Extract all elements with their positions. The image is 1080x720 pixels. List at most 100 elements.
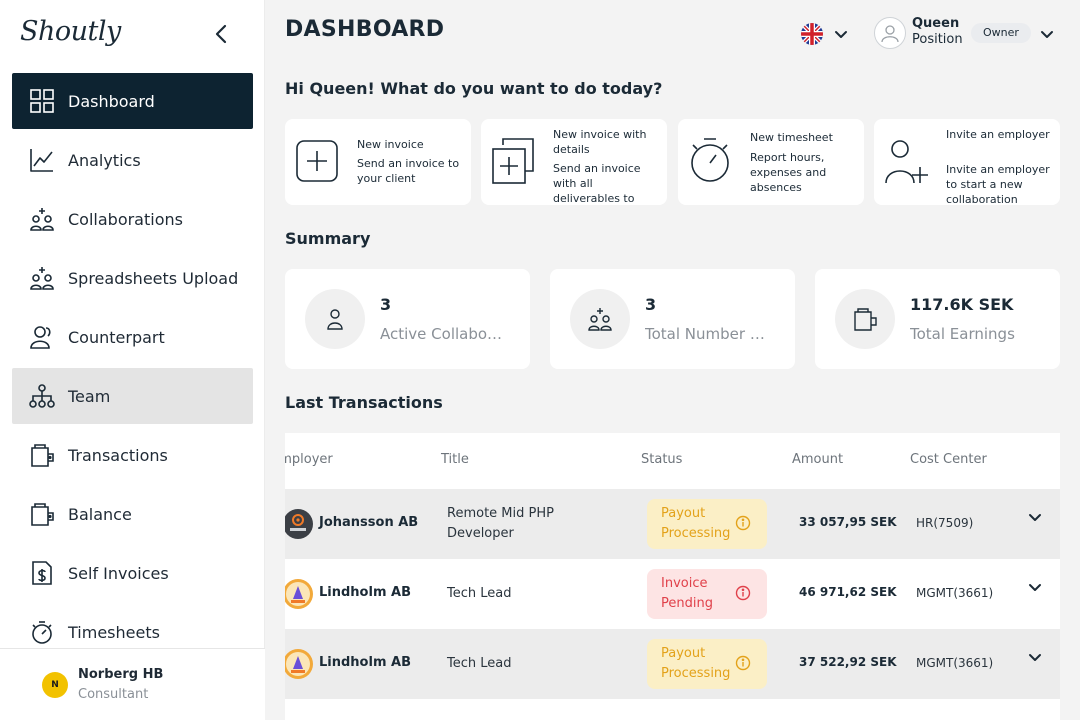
sidebar-item-label: Collaborations [68, 209, 183, 229]
column-header-title[interactable]: Title [441, 452, 469, 467]
action-description: Invite an employer to start a new collab… [946, 163, 1050, 205]
sidebar-nav: Dashboard Analytics Collaborations Sprea… [12, 73, 253, 663]
new-timesheet-action[interactable]: New timesheet Report hours, expenses and… [678, 119, 864, 205]
column-header-cost-center[interactable]: Cost Center [910, 452, 987, 467]
chevron-left-icon [215, 24, 227, 44]
table-row[interactable]: Lindholm AB Tech Lead Invoice Pending 46… [285, 559, 1060, 629]
summary-card-collaborations[interactable]: 3 Active Collaborations [285, 269, 530, 369]
transactions-wallet-icon [28, 441, 56, 469]
summary-card-earnings[interactable]: 117.6K SEK Total Earnings [815, 269, 1060, 369]
sidebar: Shoutly Dashboard Analytics Collaboratio… [0, 0, 265, 720]
expand-row-chevron-icon[interactable] [1027, 509, 1043, 525]
stacked-plus-icon [492, 138, 534, 184]
app-logo[interactable]: Shoutly [20, 16, 121, 47]
summary-label: Total Number of Employers [645, 325, 770, 343]
summary-card-employers[interactable]: 3 Total Number of Employers [550, 269, 795, 369]
sidebar-item-spreadsheets-upload[interactable]: Spreadsheets Upload [12, 250, 253, 306]
amount: 37 522,92 SEK [799, 655, 897, 669]
status-text: Payout Processing [661, 506, 731, 541]
main-content: DASHBOARD Queen Position Owner Hi Queen!… [265, 0, 1080, 720]
cost-center: MGMT(3661) [916, 656, 994, 670]
sidebar-item-label: Spreadsheets Upload [68, 268, 239, 288]
status-badge: Invoice Pending [647, 569, 767, 619]
sidebar-item-collaborations[interactable]: Collaborations [12, 191, 253, 247]
sidebar-item-transactions[interactable]: Transactions [12, 427, 253, 483]
status-badge: Payout Processing [647, 639, 767, 689]
uk-flag-icon[interactable] [801, 23, 823, 45]
collapse-sidebar-button[interactable] [210, 22, 234, 46]
add-user-icon [885, 140, 928, 184]
sidebar-item-label: Timesheets [68, 622, 160, 642]
table-row[interactable]: Johansson AB Remote Mid PHP Developer Pa… [285, 489, 1060, 559]
info-icon[interactable] [735, 655, 751, 671]
action-description: Send an invoice to your client [357, 157, 460, 185]
sidebar-item-label: Team [68, 386, 111, 406]
new-invoice-details-action[interactable]: New invoice with details Send an invoice… [481, 119, 667, 205]
analytics-chart-icon [28, 146, 56, 174]
greeting: Hi Queen! What do you want to do today? [285, 79, 663, 98]
page-title: DASHBOARD [285, 17, 445, 42]
summary-label: Active Collaborations [380, 325, 505, 343]
table-row[interactable]: Lindholm AB Tech Lead Payout Processing … [285, 629, 1060, 699]
job-title: Remote Mid PHP Developer [447, 506, 554, 541]
spreadsheet-upload-icon [28, 264, 56, 292]
employer-logo [285, 649, 313, 679]
quick-actions: New invoice Send an invoice to your clie… [285, 119, 1060, 205]
user-avatar[interactable] [874, 17, 906, 49]
employer-logo [285, 509, 313, 539]
column-header-status[interactable]: Status [641, 452, 682, 467]
stopwatch-icon [28, 618, 56, 646]
counterpart-icon [28, 323, 56, 351]
language-dropdown-chevron-icon[interactable] [833, 26, 849, 42]
sidebar-item-analytics[interactable]: Analytics [12, 132, 253, 188]
transactions-table: Employer Title Status Amount Cost Center… [285, 433, 1060, 720]
column-header-amount[interactable]: Amount [792, 452, 843, 467]
summary-value: 3 [380, 295, 392, 314]
account-name: Norberg HB [78, 667, 164, 682]
plus-square-icon [296, 140, 338, 182]
expand-row-chevron-icon[interactable] [1027, 649, 1043, 665]
logo-row: Shoutly [0, 0, 265, 70]
expand-row-chevron-icon[interactable] [1027, 579, 1043, 595]
sidebar-item-dashboard[interactable]: Dashboard [12, 73, 253, 129]
stopwatch-icon [691, 138, 729, 182]
employer-logo [285, 579, 313, 609]
account-switcher[interactable]: N Norberg HB Consultant [0, 648, 265, 720]
user-menu-chevron-icon[interactable] [1039, 26, 1055, 42]
sidebar-item-label: Dashboard [68, 91, 155, 111]
sidebar-item-label: Transactions [68, 445, 168, 465]
summary-value: 117.6K SEK [910, 295, 1014, 314]
sidebar-item-counterpart[interactable]: Counterpart [12, 309, 253, 365]
job-title: Tech Lead [447, 586, 512, 601]
cost-center: HR(7509) [916, 516, 974, 530]
status-badge: Payout Processing [647, 499, 767, 549]
info-icon[interactable] [735, 515, 751, 531]
wallet-icon [835, 289, 895, 349]
account-role: Consultant [78, 687, 149, 702]
user-icon [305, 289, 365, 349]
action-description: Send an invoice with all deliverables to [553, 162, 641, 205]
sidebar-item-team[interactable]: Team [12, 368, 253, 424]
amount: 33 057,95 SEK [799, 515, 897, 529]
action-title: New timesheet [750, 131, 833, 144]
user-icon [881, 25, 899, 43]
action-title: Invite an employer [946, 128, 1050, 141]
info-icon[interactable] [735, 585, 751, 601]
sidebar-item-label: Balance [68, 504, 132, 524]
column-header-employer[interactable]: Employer [285, 452, 333, 467]
action-title: New invoice with details [553, 128, 647, 156]
status-text: Invoice Pending [661, 576, 713, 611]
employer-name: Johansson AB [319, 515, 419, 530]
balance-wallet-icon [28, 500, 56, 528]
user-name: Queen [912, 16, 960, 31]
account-avatar: N [42, 672, 68, 698]
sidebar-item-label: Self Invoices [68, 563, 169, 583]
transactions-title: Last Transactions [285, 393, 443, 412]
new-invoice-action[interactable]: New invoice Send an invoice to your clie… [285, 119, 471, 205]
invite-employer-action[interactable]: Invite an employer Invite an employer to… [874, 119, 1060, 205]
sidebar-item-balance[interactable]: Balance [12, 486, 253, 542]
employer-name: Lindholm AB [319, 655, 411, 670]
action-description: Report hours, expenses and absences [750, 151, 827, 194]
sidebar-item-self-invoices[interactable]: Self Invoices [12, 545, 253, 601]
status-text: Payout Processing [661, 646, 731, 681]
